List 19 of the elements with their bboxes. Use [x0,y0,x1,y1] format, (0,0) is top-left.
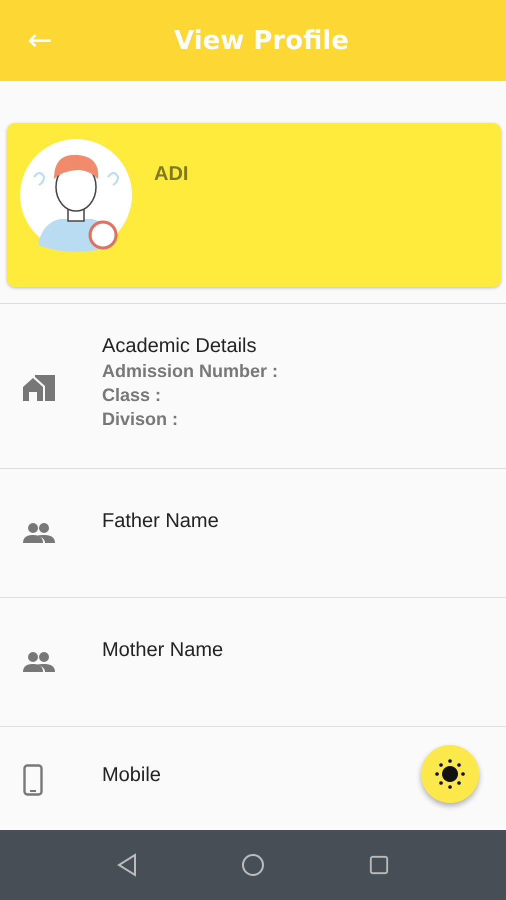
sun-icon [435,759,465,789]
back-icon[interactable] [117,853,137,877]
field-label: Mother Name [102,638,224,662]
screen-title: View Profile [174,26,349,56]
field-label: Father Name [102,510,219,532]
theme-toggle-button[interactable] [421,745,479,803]
recents-icon[interactable] [369,855,389,875]
field-label: Academic Details [102,334,258,358]
detail-text: Divison : [102,408,180,430]
detail-text: Class : [102,384,162,406]
people-icon [23,652,55,672]
people-icon [23,523,55,543]
student-name: ADI [154,163,188,186]
detail-text: Admission Number : [102,360,278,382]
back-button[interactable]: ← [24,26,56,56]
phone-icon [23,764,43,796]
home-icon[interactable] [241,853,265,877]
building-icon [23,375,55,401]
field-label: Mobile [102,764,161,787]
